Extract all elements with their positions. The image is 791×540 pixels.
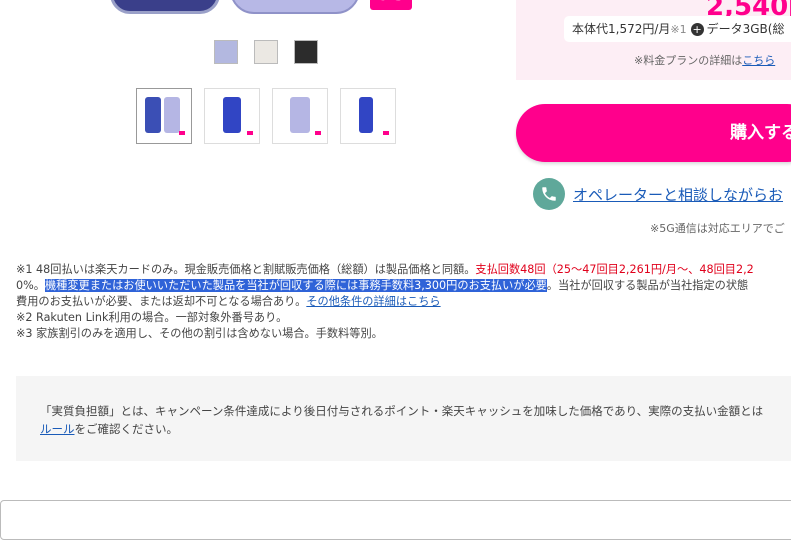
footnote-red-text: 支払回数48回（25〜47回目2,261円/月〜、48回目2,2 — [475, 263, 754, 276]
badge-icon — [315, 131, 321, 135]
other-conditions-link[interactable]: その他条件の詳細はこちら — [306, 295, 440, 308]
info-line-1: 「実質負担額」とは、キャンペーン条件達成により後日付与されるポイント・楽天キャッ… — [40, 404, 764, 418]
plan-detail-link[interactable]: こちら — [742, 54, 775, 67]
operator-consult[interactable]: オペレーターと相談しながらお — [533, 178, 783, 210]
plan-summary-box: 本体代1,572円/月※1 + データ3GB(総 — [564, 16, 791, 42]
thumbnail-4[interactable] — [340, 88, 396, 144]
info-line-2-text: をご確認ください。 — [74, 422, 179, 436]
purchase-button[interactable]: 購入する — [516, 104, 791, 162]
footnote-1-line-2: 0%。機種変更またはお使いいただいた製品を当社が回収する際には事務手数料3,30… — [16, 278, 791, 294]
note-marker: ※1 — [670, 23, 687, 36]
footnote-text: ※1 48回払いは楽天カードのみ。現金販売価格と割賦販売価格（総額）は製品価格と… — [16, 263, 476, 276]
thumbnail-3[interactable] — [272, 88, 328, 144]
footnote-2: ※2 Rakuten Link利用の場合。一部対象外番号あり。 — [16, 311, 288, 324]
thumbnail-2[interactable] — [204, 88, 260, 144]
phone-thumb-icon — [145, 97, 161, 133]
footnote-text: 。当社が回収する製品が当社指定の状態 — [546, 279, 749, 292]
selected-text: 機種変更またはお使いいただいた製品を当社が回収する際には事務手数料3,300円の… — [44, 279, 547, 292]
badge-icon — [179, 131, 185, 135]
device-price: 本体代1,572円/月 — [572, 22, 671, 36]
plan-note-text: ※料金プランの詳細は — [634, 54, 743, 67]
phone-front-image — [230, 0, 360, 14]
color-swatches — [214, 40, 318, 64]
swatch-lavender[interactable] — [214, 40, 238, 64]
phone-thumb-icon — [164, 97, 180, 133]
thumbnail-1[interactable] — [136, 88, 192, 144]
footnote-1-line-3: 費用のお支払いが必要、または返却不可となる場合あり。その他条件の詳細はこちら — [16, 294, 791, 310]
bottom-input-box[interactable] — [0, 500, 791, 540]
info-line-2: ルールをご確認ください。 — [40, 420, 763, 438]
phone-thumb-icon — [290, 97, 310, 133]
info-box-text: 「実質負担額」とは、キャンペーン条件達成により後日付与されるポイント・楽天キャッ… — [40, 402, 763, 438]
product-main-image: 5G — [90, 0, 420, 18]
footnote-1-line-1: ※1 48回払いは楽天カードのみ。現金販売価格と割賦販売価格（総額）は製品価格と… — [16, 262, 791, 278]
footnote-text: 0%。 — [16, 279, 45, 292]
footnote-text: 費用のお支払いが必要、または返却不可となる場合あり。 — [16, 295, 307, 308]
badge-icon — [383, 131, 389, 135]
rules-link[interactable]: ルール — [40, 422, 75, 436]
badge-icon — [247, 131, 253, 135]
data-plan: データ3GB(総 — [706, 22, 785, 36]
swatch-black[interactable] — [294, 40, 318, 64]
plan-detail-note: ※料金プランの詳細はこちら — [634, 52, 775, 68]
5g-area-note: ※5G通信は対応エリアでご — [650, 222, 785, 235]
operator-consult-link[interactable]: オペレーターと相談しながらお — [573, 184, 783, 205]
phone-icon — [533, 178, 565, 210]
footnote-3: ※3 家族割引のみを適用し、その他の割引は含めない場合。手数料等別。 — [16, 327, 383, 340]
phone-thumb-icon — [359, 97, 373, 133]
thumbnail-strip — [136, 88, 396, 144]
swatch-white[interactable] — [254, 40, 278, 64]
plus-icon: + — [690, 23, 704, 36]
footnotes: ※1 48回払いは楽天カードのみ。現金販売価格と割賦販売価格（総額）は製品価格と… — [16, 262, 791, 342]
5g-badge: 5G — [370, 0, 412, 10]
phone-thumb-icon — [223, 97, 241, 133]
phone-back-image — [110, 0, 220, 14]
